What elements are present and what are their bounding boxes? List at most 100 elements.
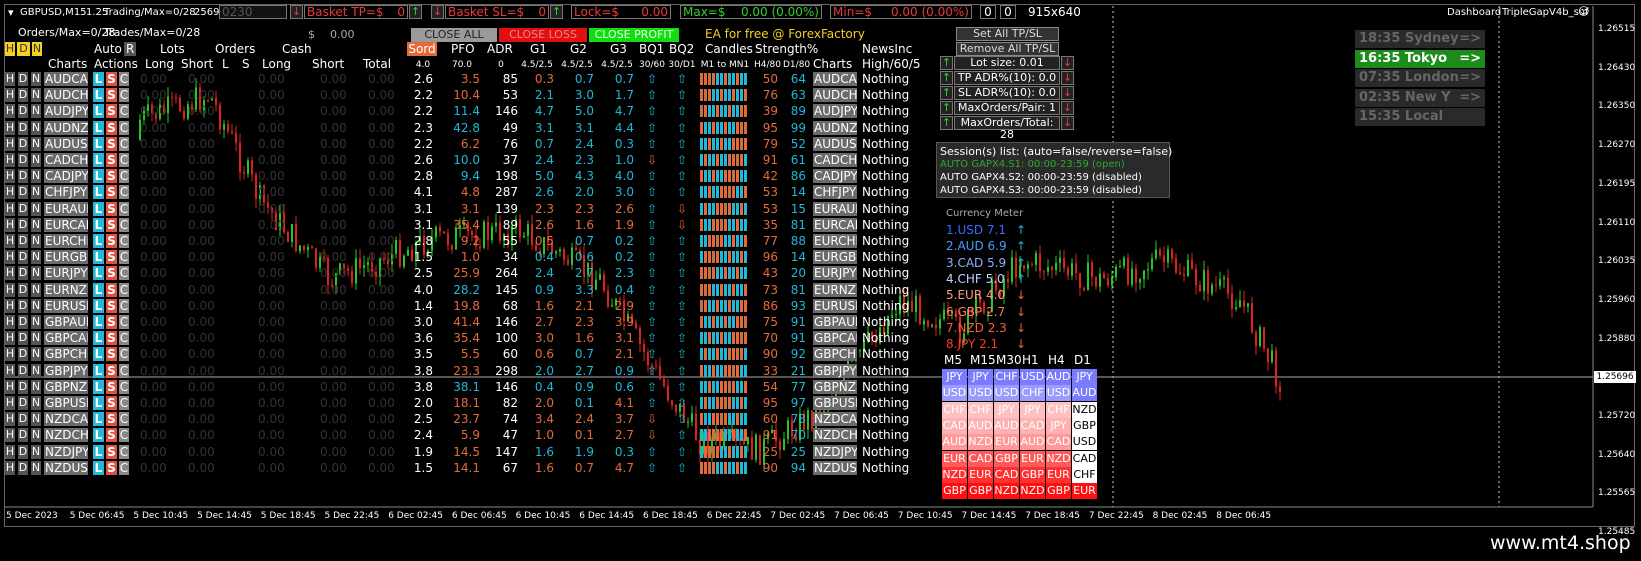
tp-adr-up-button[interactable]: ↑ — [940, 71, 953, 85]
chart-d-button[interactable]: D — [18, 88, 28, 103]
tp-adr-down-button[interactable]: ↓ — [1061, 71, 1074, 85]
chart-n-button[interactable]: N — [31, 266, 41, 281]
pair-chart-button-2[interactable]: EURCHF — [813, 234, 857, 248]
basket-sl-field[interactable]: Basket SL=$ 0 — [445, 5, 549, 19]
chart-n-button[interactable]: N — [31, 169, 41, 184]
sl-adr-down-button[interactable]: ↓ — [1061, 86, 1074, 100]
bq1-header[interactable]: BQ1 — [639, 42, 664, 56]
sell-button[interactable]: S — [106, 298, 117, 313]
buy-button[interactable]: L — [93, 88, 104, 103]
chart-n-button[interactable]: N — [31, 104, 41, 119]
sort-header-button[interactable]: Sord — [407, 42, 437, 56]
close-pair-button[interactable]: C — [119, 201, 129, 216]
sell-button[interactable]: S — [106, 347, 117, 362]
header-d-button[interactable]: D — [17, 42, 30, 56]
chart-h-button[interactable]: H — [5, 347, 15, 362]
pair-chart-button[interactable]: AUDJPY — [44, 104, 88, 119]
buy-button[interactable]: L — [93, 234, 104, 248]
close-pair-button[interactable]: C — [119, 396, 129, 410]
set-all-tpsl-button[interactable]: Set All TP/SL — [956, 27, 1059, 41]
g3-header[interactable]: G3 — [610, 42, 627, 56]
chart-d-button[interactable]: D — [18, 396, 28, 410]
chart-h-button[interactable]: H — [5, 298, 15, 313]
close-pair-button[interactable]: C — [119, 363, 129, 378]
chart-d-button[interactable]: D — [18, 217, 28, 232]
close-pair-button[interactable]: C — [119, 120, 129, 135]
buy-button[interactable]: L — [93, 282, 104, 297]
sell-button[interactable]: S — [106, 153, 117, 167]
buy-button[interactable]: L — [93, 315, 104, 329]
close-pair-button[interactable]: C — [119, 169, 129, 184]
sell-button[interactable]: S — [106, 444, 117, 459]
pair-chart-button[interactable]: NZDJPY — [44, 444, 88, 459]
pair-chart-button-2[interactable]: EURGBP — [813, 250, 857, 265]
buy-button[interactable]: L — [93, 104, 104, 119]
buy-button[interactable]: L — [93, 136, 104, 151]
pair-chart-button[interactable]: CADCHF — [44, 153, 88, 167]
chart-n-button[interactable]: N — [31, 201, 41, 216]
pair-chart-button[interactable]: EURUSD — [44, 298, 88, 313]
chart-n-button[interactable]: N — [31, 331, 41, 346]
sell-button[interactable]: S — [106, 412, 117, 427]
pair-chart-button[interactable]: AUDCHF — [44, 88, 88, 103]
pair-chart-button[interactable]: EURGBP — [44, 250, 88, 265]
chart-h-button[interactable]: H — [5, 396, 15, 410]
chart-h-button[interactable]: H — [5, 315, 15, 329]
buy-button[interactable]: L — [93, 120, 104, 135]
lot-size-up-button[interactable]: ↑ — [940, 56, 953, 70]
chart-d-button[interactable]: D — [18, 282, 28, 297]
adr-header[interactable]: ADR — [487, 42, 513, 56]
pair-chart-button-2[interactable]: EURJPY — [813, 266, 857, 281]
close-pair-button[interactable]: C — [119, 282, 129, 297]
chart-h-button[interactable]: H — [5, 217, 15, 232]
buy-button[interactable]: L — [93, 347, 104, 362]
pair-chart-button[interactable]: GBPAUD — [44, 315, 88, 329]
sell-button[interactable]: S — [106, 396, 117, 410]
pfo-header[interactable]: PFO — [451, 42, 475, 56]
basket-tp-field[interactable]: Basket TP=$ 0 — [304, 5, 408, 19]
chart-d-button[interactable]: D — [18, 315, 28, 329]
chart-n-button[interactable]: N — [31, 444, 41, 459]
chart-n-button[interactable]: N — [31, 153, 41, 167]
chart-d-button[interactable]: D — [18, 347, 28, 362]
pair-chart-button-2[interactable]: AUDJPY — [813, 104, 857, 119]
chart-d-button[interactable]: D — [18, 460, 28, 475]
buy-button[interactable]: L — [93, 266, 104, 281]
close-all-button[interactable]: CLOSE ALL — [411, 28, 497, 42]
sell-button[interactable]: S — [106, 363, 117, 378]
close-pair-button[interactable]: C — [119, 153, 129, 167]
buy-button[interactable]: L — [93, 201, 104, 216]
lot-size-field[interactable]: Lot size: 0.01 — [954, 56, 1060, 70]
sell-button[interactable]: S — [106, 120, 117, 135]
close-pair-button[interactable]: C — [119, 298, 129, 313]
buy-button[interactable]: L — [93, 428, 104, 443]
chart-d-button[interactable]: D — [18, 331, 28, 346]
chart-d-button[interactable]: D — [18, 104, 28, 119]
chart-d-button[interactable]: D — [18, 379, 28, 394]
sell-button[interactable]: S — [106, 428, 117, 443]
chart-h-button[interactable]: H — [5, 282, 15, 297]
buy-button[interactable]: L — [93, 331, 104, 346]
chart-n-button[interactable]: N — [31, 72, 41, 86]
chart-d-button[interactable]: D — [18, 444, 28, 459]
pair-chart-button-2[interactable]: GBPAUD — [813, 315, 857, 329]
pair-chart-button[interactable]: NZDUSD — [44, 460, 88, 475]
close-pair-button[interactable]: C — [119, 185, 129, 200]
buy-button[interactable]: L — [93, 153, 104, 167]
sell-button[interactable]: S — [106, 169, 117, 184]
close-loss-button[interactable]: CLOSE LOSS — [499, 28, 587, 42]
chart-n-button[interactable]: N — [31, 136, 41, 151]
pair-chart-button[interactable]: EURCAD — [44, 217, 88, 232]
chart-d-button[interactable]: D — [18, 428, 28, 443]
pair-chart-button[interactable]: AUDCAD — [44, 72, 88, 86]
header-h-button[interactable]: H — [5, 42, 15, 56]
pair-chart-button[interactable]: AUDUSD — [44, 136, 88, 151]
buy-button[interactable]: L — [93, 185, 104, 200]
max-orders-pair-field[interactable]: MaxOrders/Pair: 1 — [954, 101, 1060, 115]
chart-n-button[interactable]: N — [31, 217, 41, 232]
buy-button[interactable]: L — [93, 169, 104, 184]
pair-chart-button[interactable]: EURNZD — [44, 282, 88, 297]
chart-h-button[interactable]: H — [5, 412, 15, 427]
close-pair-button[interactable]: C — [119, 88, 129, 103]
chart-h-button[interactable]: H — [5, 72, 15, 86]
